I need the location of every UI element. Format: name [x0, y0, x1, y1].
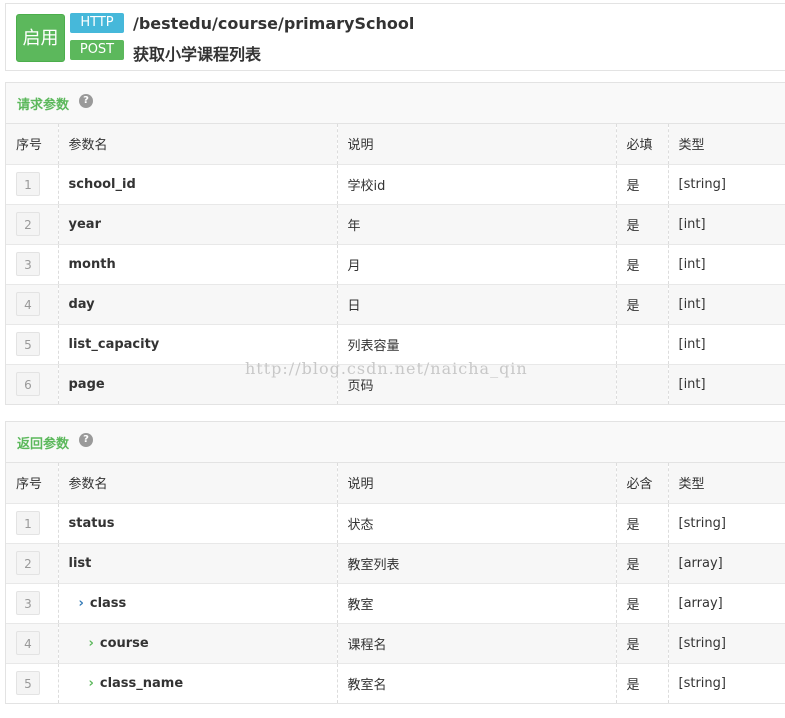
table-row: 4 › course 课程名 是 [string] — [6, 622, 785, 663]
param-required: 是 — [616, 163, 669, 204]
param-desc: 状态 — [337, 502, 617, 543]
request-params-title: 请求参数 — [17, 98, 70, 113]
response-params-table: 序号 参数名 说明 必含 类型 1 status 状态 是 [string] 2… — [6, 463, 785, 703]
row-number: 5 — [16, 671, 40, 696]
row-number: 6 — [16, 372, 40, 397]
method-tag: POST — [70, 40, 124, 60]
param-desc: 教室 — [337, 582, 617, 623]
row-number: 4 — [16, 292, 40, 316]
request-params-panel: 请求参数 ? 序号 参数名 说明 必填 类型 1 school_id 学校id … — [5, 82, 785, 405]
column-header-desc: 说明 — [337, 463, 617, 503]
help-icon[interactable]: ? — [79, 433, 93, 447]
response-params-panel: 返回参数 ? 序号 参数名 说明 必含 类型 1 status 状态 是 [st… — [5, 421, 785, 704]
column-header-name: 参数名 — [58, 463, 338, 503]
param-type: [int] — [668, 243, 785, 284]
param-name: school_id — [68, 176, 136, 192]
table-header-row: 序号 参数名 说明 必填 类型 — [6, 124, 785, 164]
param-desc: 月 — [337, 243, 617, 284]
param-name: class — [89, 595, 127, 611]
param-type: [string] — [668, 662, 785, 703]
help-icon[interactable]: ? — [79, 94, 93, 108]
column-header-type: 类型 — [668, 124, 785, 164]
param-name: list — [68, 555, 92, 571]
table-row: 6 page 页码 [int] — [6, 363, 785, 404]
http-tag: HTTP — [70, 13, 124, 33]
param-desc: 教室列表 — [337, 542, 617, 583]
param-included: 是 — [616, 622, 669, 663]
column-header-index: 序号 — [6, 463, 59, 503]
param-name: status — [68, 515, 115, 531]
chevron-right-icon[interactable]: › — [89, 636, 94, 651]
request-params-table: 序号 参数名 说明 必填 类型 1 school_id 学校id 是 [stri… — [6, 124, 785, 404]
param-type: [array] — [668, 542, 785, 583]
table-row: 5 › class_name 教室名 是 [string] — [6, 662, 785, 703]
column-header-type: 类型 — [668, 463, 785, 503]
param-desc: 列表容量 — [337, 323, 617, 364]
request-params-header: 请求参数 ? — [6, 83, 785, 124]
param-desc: 页码 — [337, 363, 617, 404]
row-number: 5 — [16, 332, 40, 356]
api-header: 启用 HTTP POST /bestedu/course/primaryScho… — [5, 3, 785, 71]
table-row: 5 list_capacity 列表容量 [int] — [6, 323, 785, 364]
param-name: page — [68, 376, 105, 392]
param-type: [array] — [668, 582, 785, 623]
table-row: 4 day 日 是 [int] — [6, 283, 785, 324]
row-number: 1 — [16, 172, 40, 196]
param-name: course — [99, 635, 149, 651]
param-required: 是 — [616, 283, 669, 324]
row-number: 3 — [16, 591, 40, 615]
chevron-right-icon[interactable]: › — [89, 676, 94, 691]
param-desc: 年 — [337, 203, 617, 244]
table-row: 3 month 月 是 [int] — [6, 243, 785, 284]
param-type: [int] — [668, 283, 785, 324]
column-header-index: 序号 — [6, 124, 59, 164]
param-included: 是 — [616, 542, 669, 583]
row-number: 2 — [16, 212, 40, 236]
column-header-desc: 说明 — [337, 124, 617, 164]
param-name: month — [68, 256, 116, 272]
param-desc: 教室名 — [337, 662, 617, 703]
table-header-row: 序号 参数名 说明 必含 类型 — [6, 463, 785, 503]
api-title: 获取小学课程列表 — [133, 45, 262, 64]
param-type: [string] — [668, 622, 785, 663]
param-name: day — [68, 296, 95, 312]
param-required — [616, 363, 669, 404]
param-type: [int] — [668, 203, 785, 244]
response-params-header: 返回参数 ? — [6, 422, 785, 463]
param-type: [int] — [668, 363, 785, 404]
param-type: [string] — [668, 502, 785, 543]
table-row: 3 › class 教室 是 [array] — [6, 582, 785, 623]
table-row: 1 school_id 学校id 是 [string] — [6, 163, 785, 204]
param-required — [616, 323, 669, 364]
row-number: 2 — [16, 551, 40, 575]
table-row: 1 status 状态 是 [string] — [6, 502, 785, 543]
chevron-right-icon[interactable]: › — [79, 596, 84, 611]
row-number: 3 — [16, 252, 40, 276]
param-desc: 日 — [337, 283, 617, 324]
param-type: [int] — [668, 323, 785, 364]
param-included: 是 — [616, 582, 669, 623]
param-desc: 课程名 — [337, 622, 617, 663]
table-row: 2 year 年 是 [int] — [6, 203, 785, 244]
param-type: [string] — [668, 163, 785, 204]
param-required: 是 — [616, 243, 669, 284]
param-included: 是 — [616, 662, 669, 703]
api-path: /bestedu/course/primarySchool — [133, 14, 415, 33]
param-name: class_name — [99, 675, 184, 691]
row-number: 1 — [16, 511, 40, 535]
column-header-name: 参数名 — [58, 124, 338, 164]
param-required: 是 — [616, 203, 669, 244]
row-number: 4 — [16, 631, 40, 655]
param-name: year — [68, 216, 101, 232]
param-included: 是 — [616, 502, 669, 543]
column-header-included: 必含 — [616, 463, 669, 503]
response-params-title: 返回参数 — [17, 437, 70, 452]
table-row: 2 list 教室列表 是 [array] — [6, 542, 785, 583]
param-name: list_capacity — [68, 336, 160, 352]
column-header-required: 必填 — [616, 124, 669, 164]
param-desc: 学校id — [337, 163, 617, 204]
status-badge: 启用 — [16, 14, 65, 62]
